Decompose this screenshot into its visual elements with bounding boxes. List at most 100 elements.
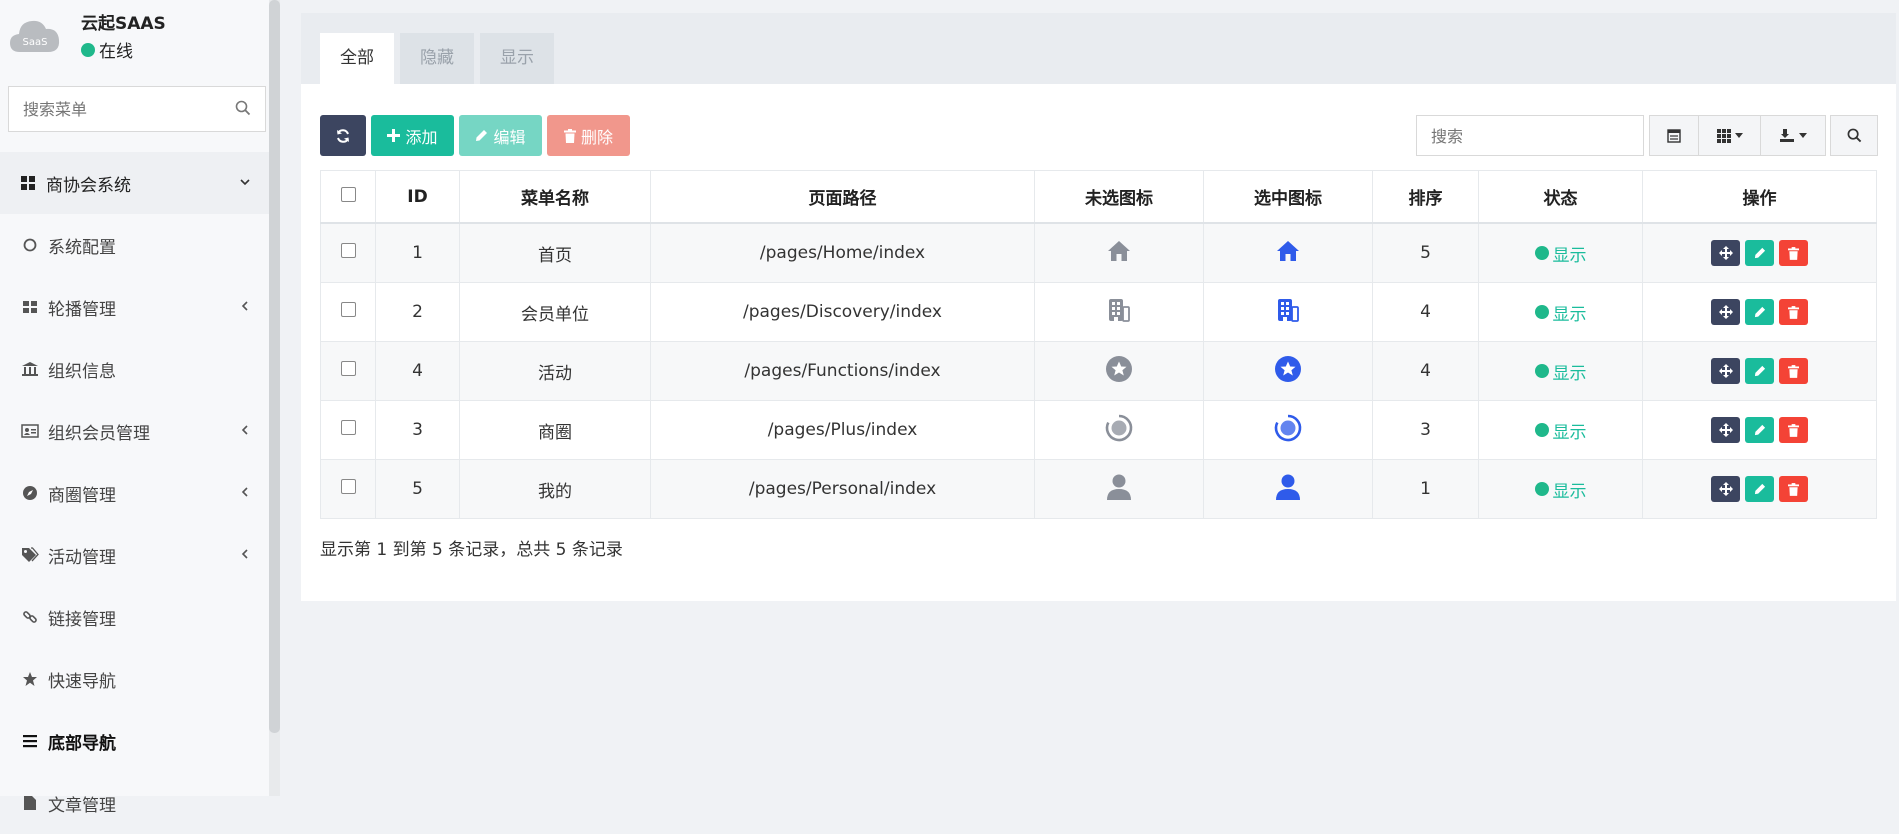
col-header-path[interactable]: 页面路径 [650, 170, 1035, 224]
row-delete-button[interactable] [1779, 358, 1808, 384]
id-card-icon [20, 421, 40, 441]
trash-icon [1788, 423, 1799, 437]
col-header-icon-unselected[interactable]: 未选图标 [1034, 170, 1204, 224]
row-delete-button[interactable] [1779, 417, 1808, 443]
col-header-status[interactable]: 状态 [1478, 170, 1643, 224]
status-dot-icon [1534, 305, 1549, 319]
drag-sort-button[interactable] [1711, 476, 1740, 502]
row-name: 活动 [459, 341, 651, 401]
add-button[interactable]: 添加 [371, 115, 454, 156]
add-button-label: 添加 [405, 127, 438, 147]
select-all-checkbox[interactable] [340, 186, 356, 202]
row-actions-cell [1642, 282, 1877, 342]
sidebar-item-business-circle[interactable]: 商圈管理 [0, 462, 269, 524]
row-status-cell: 显示 [1478, 341, 1643, 401]
row-checkbox[interactable] [340, 302, 356, 317]
row-checkbox[interactable] [340, 479, 356, 494]
table-row[interactable]: 2 会员单位 /pages/Discovery/index 4 显示 [320, 282, 1877, 342]
search-icon[interactable] [235, 100, 251, 116]
row-name: 会员单位 [459, 282, 651, 342]
row-actions-cell [1642, 459, 1877, 519]
col-header-name[interactable]: 菜单名称 [459, 170, 651, 224]
table-icon [1667, 128, 1681, 143]
main-panel: 全部 隐藏 显示 添加 编辑 删除 搜索 ID 菜单名称 页面路径 未选图标 选… [301, 13, 1896, 601]
drag-sort-button[interactable] [1711, 240, 1740, 266]
status-badge[interactable]: 显示 [1534, 477, 1587, 502]
sidebar-item-carousel[interactable]: 轮播管理 [0, 276, 269, 338]
refresh-button[interactable] [320, 115, 366, 156]
columns-button[interactable] [1698, 115, 1761, 156]
tab-hidden[interactable]: 隐藏 [400, 33, 474, 84]
sidebar-item-links[interactable]: 链接管理 [0, 586, 269, 648]
sidebar-item-system-config[interactable]: 系统配置 [0, 214, 269, 276]
row-status-cell: 显示 [1478, 282, 1643, 342]
row-edit-button[interactable] [1745, 299, 1774, 325]
status-label: 显示 [1552, 481, 1587, 502]
row-delete-button[interactable] [1779, 299, 1808, 325]
row-edit-button[interactable] [1745, 358, 1774, 384]
row-id: 4 [375, 341, 460, 401]
status-badge[interactable]: 显示 [1534, 359, 1587, 384]
sidebar-item-association-system[interactable]: 商协会系统 [0, 152, 269, 214]
table-row[interactable]: 1 首页 /pages/Home/index 5 显示 [320, 222, 1877, 283]
row-checkbox[interactable] [340, 420, 356, 435]
pencil-icon [1754, 306, 1765, 318]
row-id: 3 [375, 400, 460, 460]
sidebar-scrollbar-thumb[interactable] [269, 0, 280, 733]
pencil-icon [476, 130, 488, 141]
col-header-icon-selected[interactable]: 选中图标 [1203, 170, 1373, 224]
toggle-view-button[interactable] [1649, 115, 1699, 156]
export-button[interactable] [1760, 115, 1826, 156]
sidebar-item-org-info[interactable]: 组织信息 [0, 338, 269, 400]
col-header-id[interactable]: ID [375, 170, 460, 224]
table-row[interactable]: 5 我的 /pages/Personal/index 1 显示 [320, 459, 1877, 519]
table-row[interactable]: 3 商圈 /pages/Plus/index 3 显示 [320, 400, 1877, 460]
delete-button-label: 删除 [580, 127, 613, 147]
sidebar-item-articles[interactable]: 文章管理 [0, 772, 269, 834]
edit-button[interactable]: 编辑 [459, 115, 542, 156]
row-delete-button[interactable] [1779, 476, 1808, 502]
user-name: 云起SAAS [81, 14, 166, 34]
row-checkbox[interactable] [340, 361, 356, 376]
col-header-actions: 操作 [1642, 170, 1877, 224]
row-edit-button[interactable] [1745, 476, 1774, 502]
row-edit-button[interactable] [1745, 240, 1774, 266]
home-blue-icon [1275, 240, 1301, 269]
tab-shown[interactable]: 显示 [480, 33, 554, 84]
status-badge[interactable]: 显示 [1534, 241, 1587, 266]
drag-sort-button[interactable] [1711, 358, 1740, 384]
status-badge[interactable]: 显示 [1534, 418, 1587, 443]
table-row[interactable]: 4 活动 /pages/Functions/index 4 显示 [320, 341, 1877, 401]
trash-icon [1788, 305, 1799, 319]
row-checkbox[interactable] [340, 243, 356, 258]
sidebar-scrollbar[interactable] [269, 0, 280, 796]
row-delete-button[interactable] [1779, 240, 1808, 266]
sidebar-item-label: 活动管理 [48, 547, 116, 568]
status-badge[interactable]: 显示 [1534, 300, 1587, 325]
tab-all[interactable]: 全部 [320, 33, 394, 84]
row-icon-selected [1203, 459, 1373, 519]
row-edit-button[interactable] [1745, 417, 1774, 443]
row-status-cell: 显示 [1478, 222, 1643, 283]
sidebar-item-activities[interactable]: 活动管理 [0, 524, 269, 586]
drag-sort-button[interactable] [1711, 299, 1740, 325]
sidebar-item-org-members[interactable]: 组织会员管理 [0, 400, 269, 462]
drag-sort-button[interactable] [1711, 417, 1740, 443]
status-label: 显示 [1552, 245, 1587, 266]
sidebar-item-quick-nav[interactable]: 快速导航 [0, 648, 269, 710]
table-search-input[interactable] [1417, 116, 1633, 157]
home-gray-icon [1106, 240, 1132, 269]
col-header-sort[interactable]: 排序 [1372, 170, 1479, 224]
tab-bar: 全部 隐藏 显示 [301, 13, 1896, 84]
menu-search-input[interactable] [9, 87, 223, 131]
sidebar-item-bottom-nav[interactable]: 底部导航 [0, 710, 269, 772]
arrows-move-icon [1718, 423, 1733, 437]
row-icon-selected [1203, 282, 1373, 342]
row-sort: 1 [1372, 459, 1479, 519]
tags-icon [20, 545, 40, 565]
status-dot-icon [1534, 364, 1549, 378]
delete-button[interactable]: 删除 [547, 115, 630, 156]
search-toggle-button[interactable] [1830, 115, 1878, 156]
row-sort: 5 [1372, 222, 1479, 283]
pagination-summary: 显示第 1 到第 5 条记录，总共 5 条记录 [320, 540, 623, 560]
